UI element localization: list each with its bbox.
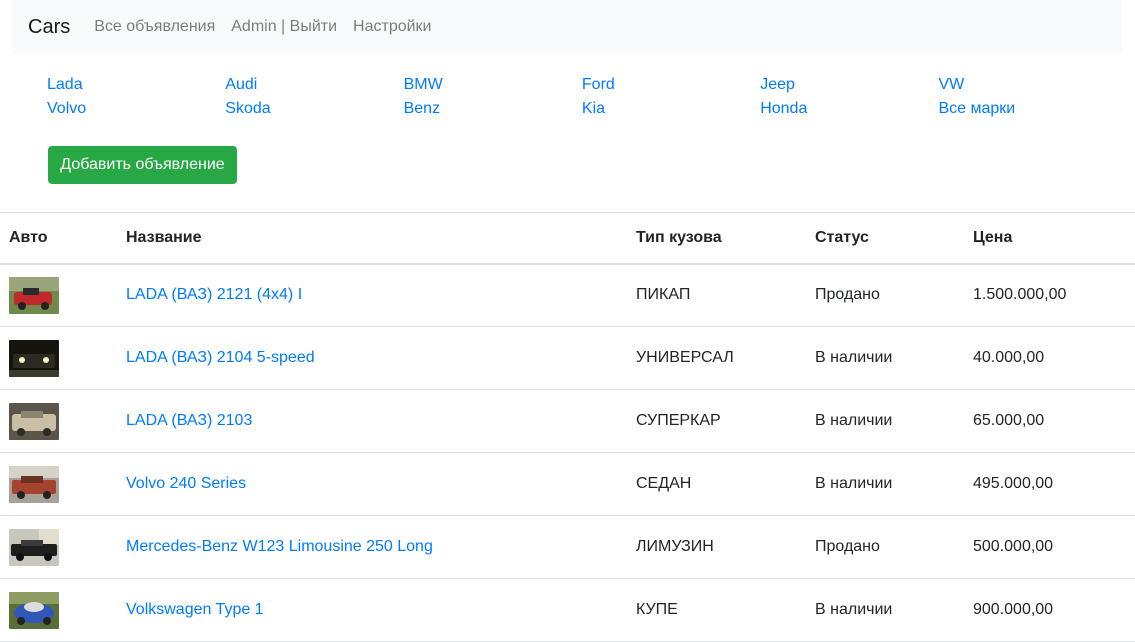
price: 500.000,00 bbox=[973, 538, 1054, 555]
brand-link-benz[interactable]: Benz bbox=[404, 98, 582, 120]
table-row: LADA (ВАЗ) 2103 СУПЕРКАР В наличии 65.00… bbox=[0, 390, 1135, 453]
brand-link-kia[interactable]: Kia bbox=[582, 98, 760, 120]
brand-link-jeep[interactable]: Jeep bbox=[760, 74, 938, 96]
table-row: LADA (ВАЗ) 2104 5-speed УНИВЕРСАЛ В нали… bbox=[0, 327, 1135, 390]
table-row: Volkswagen Type 1 КУПЕ В наличии 900.000… bbox=[0, 579, 1135, 642]
body-type: ЛИМУЗИН bbox=[636, 538, 714, 555]
price: 900.000,00 bbox=[973, 601, 1054, 618]
status: Продано bbox=[815, 286, 880, 304]
car-title-link[interactable]: LADA (ВАЗ) 2104 5-speed bbox=[126, 349, 315, 366]
car-title-link[interactable]: Volvo 240 Series bbox=[126, 475, 246, 492]
body-type: СЕДАН bbox=[636, 475, 692, 492]
status: В наличии bbox=[815, 601, 893, 618]
car-photo[interactable] bbox=[9, 276, 59, 314]
status: В наличии bbox=[815, 349, 893, 366]
status: В наличии bbox=[815, 475, 893, 492]
status: Продано bbox=[815, 538, 880, 555]
brand-link-ford[interactable]: Ford bbox=[582, 74, 760, 96]
table-header-row: Авто Название Тип кузова Статус Цена bbox=[0, 212, 1135, 264]
navbar: Cars Все объявления Admin | Выйти Настро… bbox=[12, 0, 1122, 54]
car-photo[interactable] bbox=[9, 591, 59, 629]
listings-table: Авто Название Тип кузова Статус Цена LAD… bbox=[0, 212, 1135, 642]
table-row: LADA (ВАЗ) 2121 (4x4) I ПИКАП Продано 1.… bbox=[0, 264, 1135, 327]
brand-link-honda[interactable]: Honda bbox=[760, 98, 938, 120]
brand-link-lada[interactable]: Lada bbox=[47, 74, 225, 96]
body-type: ПИКАП bbox=[636, 286, 691, 304]
body-type: СУПЕРКАР bbox=[636, 412, 721, 429]
table-row: Volvo 240 Series СЕДАН В наличии 495.000… bbox=[0, 453, 1135, 516]
brand-filter-list: Lada Audi BMW Ford Jeep VW Volvo Skoda B… bbox=[47, 74, 1127, 120]
car-photo-cell bbox=[0, 579, 117, 642]
nav-link-all-ads[interactable]: Все объявления bbox=[94, 18, 215, 36]
car-photo[interactable] bbox=[9, 339, 59, 377]
table-row: Mercedes-Benz W123 Limousine 250 Long ЛИ… bbox=[0, 516, 1135, 579]
body-type: УНИВЕРСАЛ bbox=[636, 349, 734, 366]
car-title-link[interactable]: Volkswagen Type 1 bbox=[126, 601, 264, 618]
car-photo[interactable] bbox=[9, 528, 59, 566]
nav-link-admin-logout[interactable]: Admin | Выйти bbox=[231, 18, 337, 36]
column-header-body-type: Тип кузова bbox=[636, 228, 722, 246]
price: 40.000,00 bbox=[973, 349, 1045, 366]
brand-link-audi[interactable]: Audi bbox=[225, 74, 403, 96]
add-listing-button[interactable]: Добавить объявление bbox=[48, 146, 237, 184]
car-photo-cell bbox=[0, 516, 117, 579]
price: 65.000,00 bbox=[973, 412, 1045, 429]
navbar-brand[interactable]: Cars bbox=[28, 16, 70, 39]
car-photo[interactable] bbox=[9, 465, 59, 503]
car-title-link[interactable]: Mercedes-Benz W123 Limousine 250 Long bbox=[126, 538, 433, 555]
car-photo-cell bbox=[0, 453, 117, 516]
brand-link-bmw[interactable]: BMW bbox=[404, 74, 582, 96]
car-title-link[interactable]: LADA (ВАЗ) 2103 bbox=[126, 412, 252, 429]
brand-link-skoda[interactable]: Skoda bbox=[225, 98, 403, 120]
brand-link-all-brands[interactable]: Все марки bbox=[938, 98, 1116, 120]
car-photo[interactable] bbox=[9, 402, 59, 440]
nav-link-settings[interactable]: Настройки bbox=[353, 18, 431, 36]
car-photo-cell bbox=[0, 327, 117, 390]
price: 1.500.000,00 bbox=[973, 286, 1067, 304]
brand-link-volvo[interactable]: Volvo bbox=[47, 98, 225, 120]
column-header-car: Авто bbox=[9, 228, 48, 246]
column-header-status: Статус bbox=[815, 228, 869, 246]
car-photo-cell bbox=[0, 264, 117, 327]
car-title-link[interactable]: LADA (ВАЗ) 2121 (4x4) I bbox=[126, 286, 302, 303]
status: В наличии bbox=[815, 412, 893, 429]
car-photo-cell bbox=[0, 390, 117, 453]
price: 495.000,00 bbox=[973, 475, 1054, 492]
column-header-price: Цена bbox=[973, 228, 1013, 246]
brand-link-vw[interactable]: VW bbox=[938, 74, 1116, 96]
column-header-name: Название bbox=[126, 228, 202, 246]
body-type: КУПЕ bbox=[636, 601, 678, 618]
